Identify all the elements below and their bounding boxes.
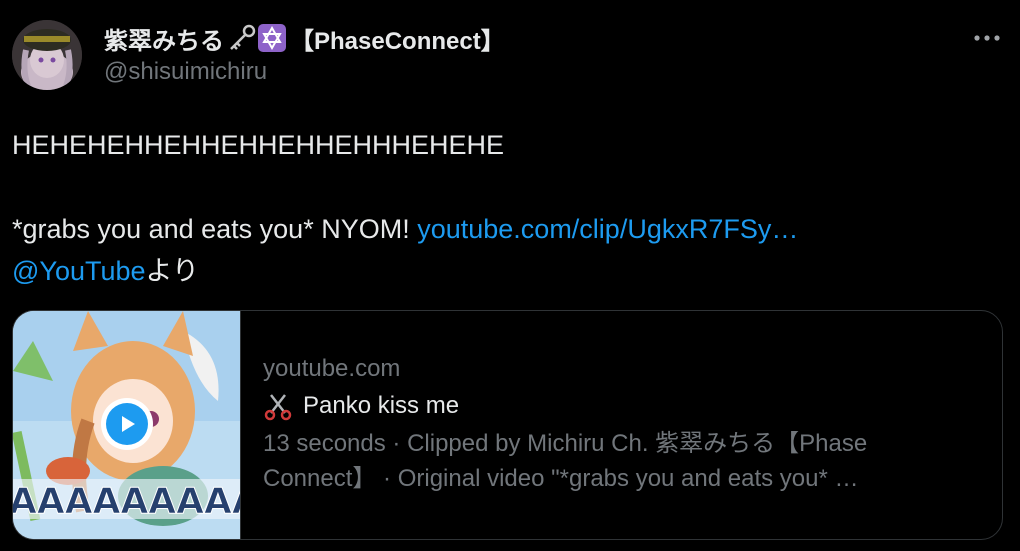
thumbnail-caption: AAAAAAAAA [13,481,240,522]
scissors-icon [263,391,293,421]
card-title: Panko kiss me [303,392,460,419]
tweet-line-3: @YouTubeより [12,250,1002,292]
video-thumbnail[interactable]: AAAAAAAAA [13,311,240,539]
card-info: youtube.com Panko kiss me 13 seconds · C… [240,311,1002,539]
tweet: 紫翠みちる 【PhaseConnect】 @shisuimichiru HEHE… [0,0,1020,551]
tweet-line-1: HEHEHEHHEHHEHHEHHEHHHEHEHE [12,130,505,160]
name-row: 紫翠みちる 【PhaseConnect】 [104,21,505,56]
tweet-line-2: *grabs you and eats you* NYOM! youtube.c… [12,208,1002,250]
affiliation-label[interactable]: 【PhaseConnect】 [290,21,505,56]
card-title-row: Panko kiss me [263,387,1002,425]
tweet-header: 紫翠みちる 【PhaseConnect】 @shisuimichiru [104,22,505,86]
more-icon [974,35,1000,41]
card-domain: youtube.com [263,355,401,382]
play-button[interactable] [101,398,153,450]
tweet-text-segment: *grabs you and eats you* NYOM! [12,214,418,244]
tweet-suffix-text: より [145,256,199,286]
card-description: 13 seconds · Clipped by Michiru Ch. 紫翠みち… [263,430,868,492]
youtube-mention-link[interactable]: @YouTube [12,256,146,286]
tweet-text: HEHEHEHHEHHEHHEHHEHHHEHEHE *grabs you an… [12,124,1002,292]
display-name[interactable]: 紫翠みちる [104,21,224,56]
avatar[interactable] [12,20,82,90]
star-of-david-icon [258,24,286,52]
youtube-clip-link[interactable]: youtube.com/clip/UgkxR7FSy… [417,214,798,244]
avatar-image [12,20,82,90]
more-options-button[interactable] [972,28,1002,48]
link-preview-card[interactable]: AAAAAAAAA youtube.com Panko kiss me 13 s… [12,310,1003,540]
play-icon [106,403,148,445]
user-handle[interactable]: @shisuimichiru [104,58,505,86]
key-icon [226,24,256,52]
